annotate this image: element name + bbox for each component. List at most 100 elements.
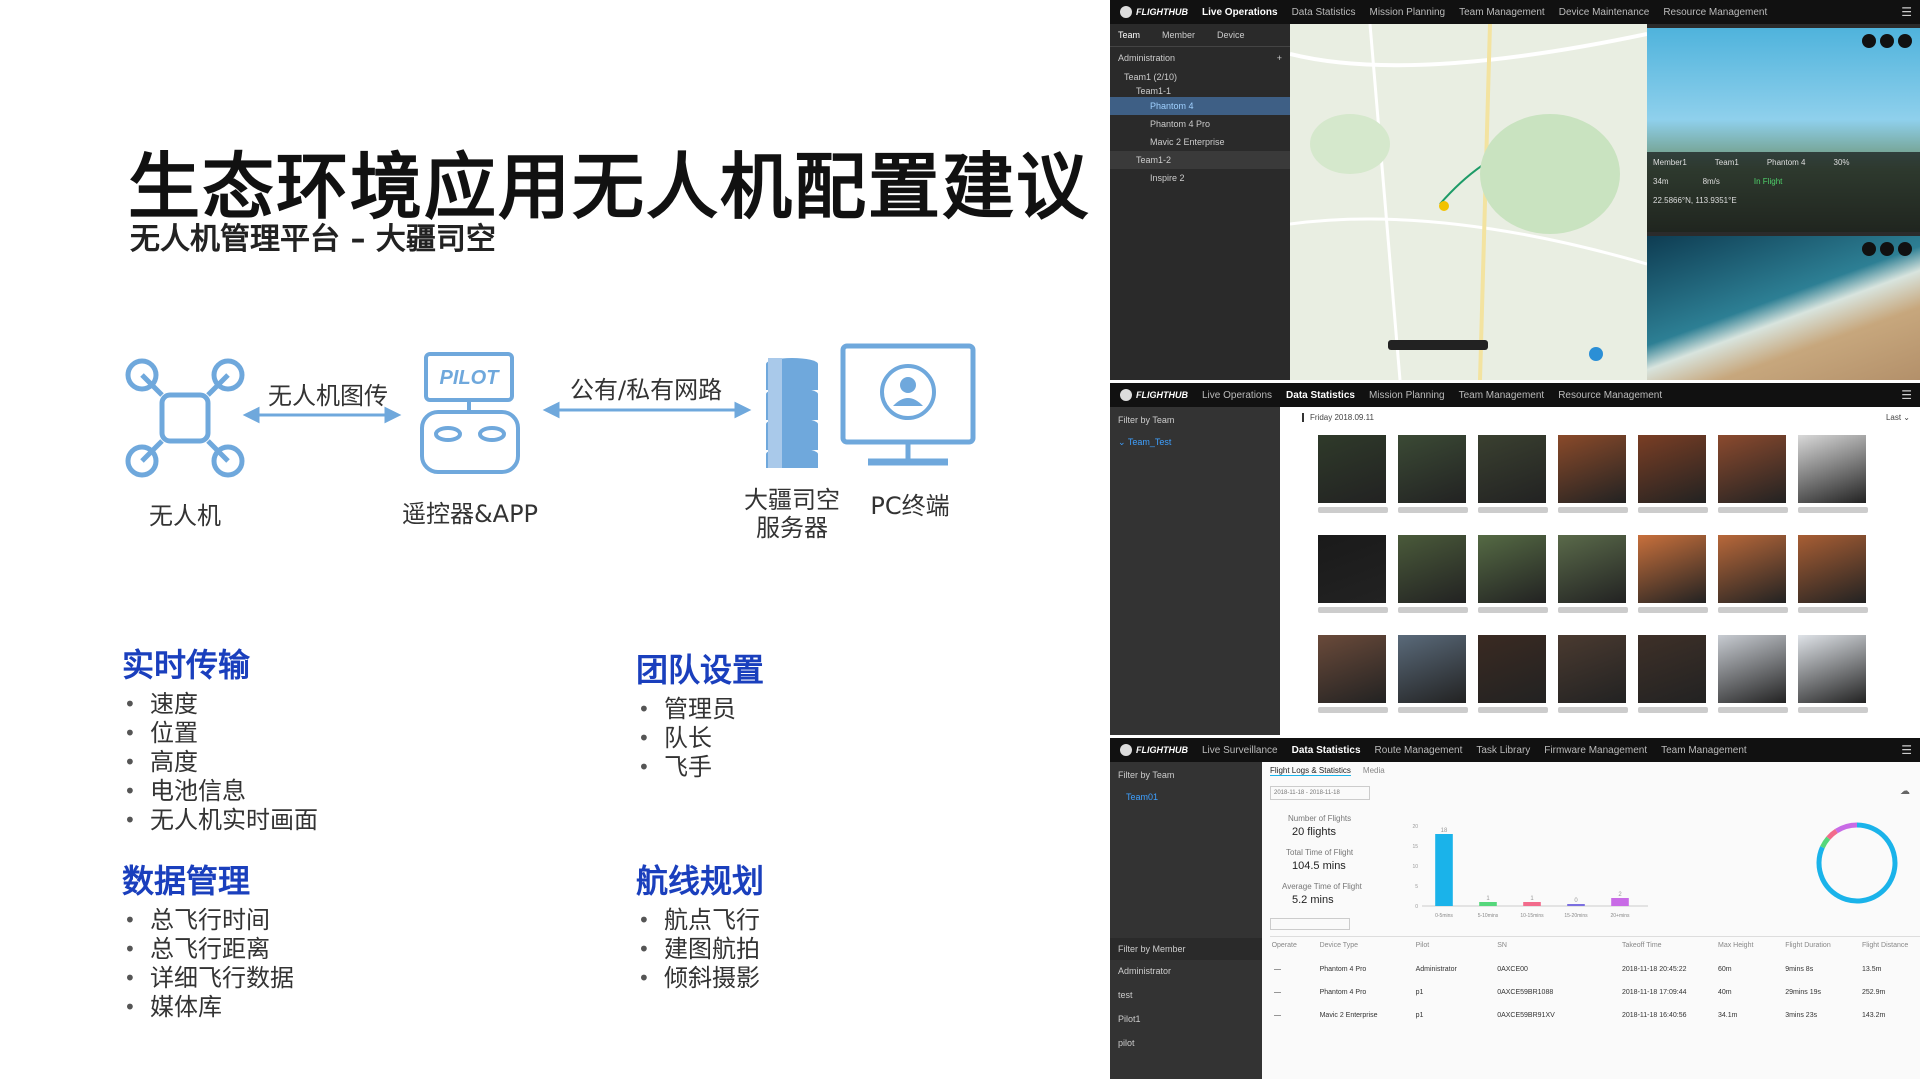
- date-header: Friday 2018.09.11: [1302, 413, 1374, 422]
- member-item[interactable]: test: [1118, 990, 1133, 1000]
- tree-item[interactable]: Team1-2: [1110, 151, 1290, 169]
- nav-team-management[interactable]: Team Management: [1459, 390, 1545, 401]
- media-thumbnail[interactable]: [1318, 535, 1386, 603]
- server-icon: [766, 358, 818, 468]
- table-header-cell[interactable]: Flight Distance: [1862, 942, 1908, 949]
- nav-team-management[interactable]: Team Management: [1661, 745, 1747, 756]
- nav-live-surveillance[interactable]: Live Surveillance: [1202, 745, 1278, 756]
- media-thumbnail[interactable]: [1478, 635, 1546, 703]
- tree-item[interactable]: Mavic 2 Enterprise: [1110, 133, 1290, 151]
- logo-text: FLIGHTHUB: [1136, 390, 1188, 400]
- table-cell: p1: [1415, 989, 1424, 996]
- flighthub-logo: FLIGHTHUB: [1120, 6, 1188, 18]
- tab-member[interactable]: Member: [1162, 30, 1195, 40]
- date-range-picker[interactable]: 2018-11-18 - 2018-11-18: [1270, 786, 1370, 800]
- hamburger-menu-icon[interactable]: ☰: [1901, 5, 1912, 19]
- video-control-icon[interactable]: [1880, 242, 1894, 256]
- nav-task-library[interactable]: Task Library: [1476, 745, 1530, 756]
- table-header-cell[interactable]: Operate: [1272, 942, 1297, 949]
- nav-mission-planning[interactable]: Mission Planning: [1370, 7, 1446, 18]
- media-thumbnail[interactable]: [1638, 635, 1706, 703]
- video-control-icon[interactable]: [1880, 34, 1894, 48]
- hamburger-menu-icon[interactable]: ☰: [1901, 743, 1912, 757]
- nav-firmware-management[interactable]: Firmware Management: [1544, 745, 1647, 756]
- table-header-cell[interactable]: Takeoff Time: [1622, 942, 1662, 949]
- nav-data-statistics[interactable]: Data Statistics: [1286, 390, 1355, 401]
- nav-live-operations[interactable]: Live Operations: [1202, 7, 1278, 18]
- drone-marker-icon: [1439, 201, 1449, 211]
- table-header-cell[interactable]: Flight Duration: [1785, 942, 1831, 949]
- nav-mission-planning[interactable]: Mission Planning: [1369, 390, 1445, 401]
- tree-item-selected[interactable]: Phantom 4: [1110, 97, 1290, 115]
- nav-live-operations[interactable]: Live Operations: [1202, 390, 1272, 401]
- table-header-cell[interactable]: Pilot: [1416, 942, 1430, 949]
- member-item[interactable]: Pilot1: [1118, 1014, 1141, 1024]
- media-thumbnail[interactable]: [1398, 635, 1466, 703]
- tree-item[interactable]: Team1-1: [1110, 85, 1290, 97]
- media-thumbnail[interactable]: [1398, 535, 1466, 603]
- media-thumbnail[interactable]: [1718, 535, 1786, 603]
- tree-item[interactable]: Inspire 2: [1110, 169, 1290, 187]
- media-thumbnail[interactable]: [1318, 635, 1386, 703]
- member-item[interactable]: Administrator: [1118, 966, 1171, 976]
- row-operate-icon[interactable]: —: [1274, 989, 1281, 996]
- tab-device[interactable]: Device: [1217, 30, 1245, 40]
- nav-resource-management[interactable]: Resource Management: [1558, 390, 1662, 401]
- tree-item[interactable]: Phantom 4 Pro: [1110, 115, 1290, 133]
- media-thumbnail[interactable]: [1318, 435, 1386, 503]
- live-video-feed[interactable]: Member1 Team1 Phantom 4 30% 34m 8m/s In …: [1647, 28, 1920, 232]
- info-height: 34m: [1653, 177, 1669, 186]
- admin-header: Administration +: [1110, 47, 1290, 69]
- media-thumbnail[interactable]: [1558, 435, 1626, 503]
- map-view[interactable]: [1290, 24, 1647, 380]
- media-thumbnail[interactable]: [1718, 435, 1786, 503]
- nav-data-statistics[interactable]: Data Statistics: [1292, 7, 1356, 18]
- media-thumbnail[interactable]: [1398, 435, 1466, 503]
- nav-resource-management[interactable]: Resource Management: [1663, 7, 1767, 18]
- media-thumbnail[interactable]: [1478, 535, 1546, 603]
- add-icon[interactable]: +: [1277, 53, 1282, 63]
- table-header-cell[interactable]: Max Height: [1718, 942, 1753, 949]
- video-control-icon[interactable]: [1898, 242, 1912, 256]
- server-label-line2: 服务器: [756, 514, 828, 542]
- media-thumbnail[interactable]: [1558, 535, 1626, 603]
- member-item[interactable]: pilot: [1118, 1038, 1135, 1048]
- tree-item[interactable]: Team1 (2/10): [1110, 69, 1290, 85]
- row-operate-icon[interactable]: —: [1274, 966, 1281, 973]
- video-control-icon[interactable]: [1862, 34, 1876, 48]
- search-input[interactable]: [1270, 918, 1350, 930]
- media-thumbnail[interactable]: [1478, 435, 1546, 503]
- video-control-icon[interactable]: [1898, 34, 1912, 48]
- media-thumbnail[interactable]: [1718, 635, 1786, 703]
- filter-team-label: Filter by Team: [1118, 770, 1175, 780]
- nav-device-maintenance[interactable]: Device Maintenance: [1559, 7, 1650, 18]
- table-header-cell[interactable]: Device Type: [1320, 942, 1358, 949]
- tab-flight-logs[interactable]: Flight Logs & Statistics: [1270, 766, 1351, 776]
- info-battery: 30%: [1833, 158, 1850, 167]
- secondary-video-feed[interactable]: [1647, 236, 1920, 380]
- media-thumbnail[interactable]: [1638, 535, 1706, 603]
- sort-dropdown[interactable]: Last ⌄: [1886, 413, 1910, 422]
- tab-media[interactable]: Media: [1363, 766, 1385, 776]
- export-icon[interactable]: ☁: [1900, 786, 1910, 797]
- hamburger-menu-icon[interactable]: ☰: [1901, 388, 1912, 402]
- team-filter-item[interactable]: Team01: [1110, 788, 1262, 806]
- media-thumbnail[interactable]: [1798, 435, 1866, 503]
- media-thumbnail[interactable]: [1798, 635, 1866, 703]
- table-header-cell[interactable]: SN: [1497, 942, 1507, 949]
- team-filter-item[interactable]: ⌄ Team_Test: [1110, 433, 1280, 452]
- nav-route-management[interactable]: Route Management: [1375, 745, 1463, 756]
- nav-team-management[interactable]: Team Management: [1459, 7, 1545, 18]
- media-thumbnail[interactable]: [1638, 435, 1706, 503]
- row-operate-icon[interactable]: —: [1274, 1012, 1281, 1019]
- table-cell: 3mins 23s: [1785, 1012, 1818, 1019]
- media-thumbnail[interactable]: [1798, 535, 1866, 603]
- nav-data-statistics[interactable]: Data Statistics: [1292, 745, 1361, 756]
- table-cell: 0AXCE59BR91XV: [1497, 1012, 1555, 1019]
- video-control-icon[interactable]: [1862, 242, 1876, 256]
- thumbnail-caption: [1718, 607, 1788, 613]
- media-thumbnail[interactable]: [1558, 635, 1626, 703]
- y-tick-label: 15: [1412, 844, 1418, 850]
- drone-label: 无人机: [149, 502, 221, 530]
- tab-team[interactable]: Team: [1118, 30, 1140, 40]
